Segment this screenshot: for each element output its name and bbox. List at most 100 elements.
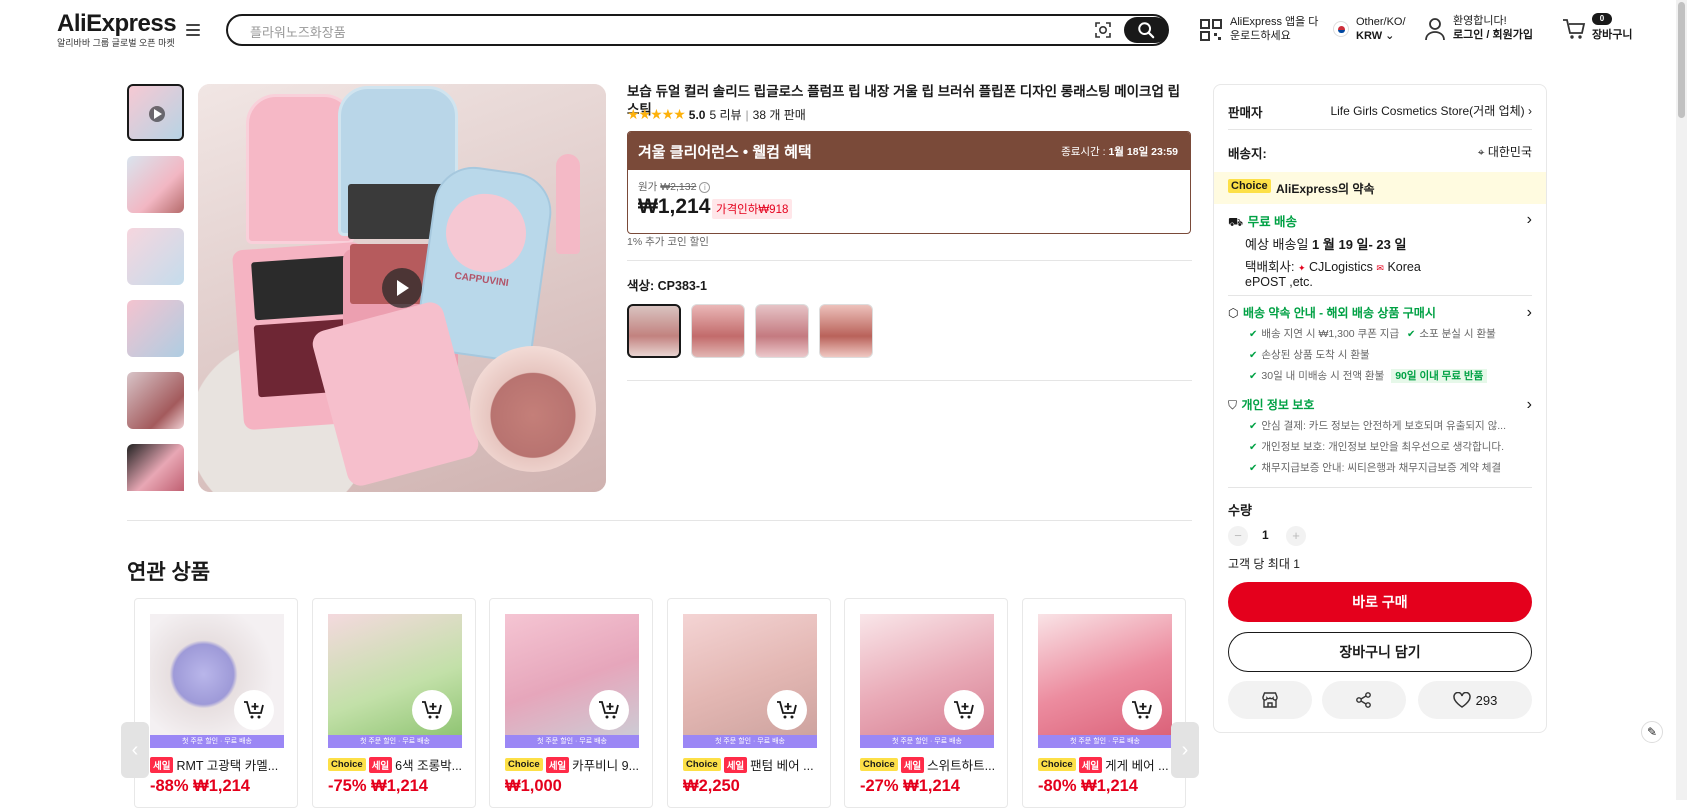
purchase-panel: 판매자 Life Girls Cosmetics Store(거래 업체) › …: [1213, 84, 1547, 733]
add-to-cart-icon-button[interactable]: [589, 690, 629, 730]
check-icon: ✔: [1407, 329, 1416, 340]
app-download-link[interactable]: AliExpress 앱을 다 운로드하세요: [1230, 15, 1318, 43]
product-thumbnail[interactable]: [127, 228, 184, 285]
delivery-promise-row[interactable]: ⬡ 배송 약속 안내 - 해외 배송 상품 구매시 ›: [1228, 304, 1532, 322]
product-thumbnail[interactable]: [127, 444, 184, 491]
edit-icon[interactable]: ✎: [1641, 721, 1663, 743]
login-signup-link[interactable]: 환영합니다! 로그인 / 회원가입: [1453, 14, 1533, 42]
price-value: ₩1,214: [193, 777, 250, 795]
chevron-right-icon: ›: [1528, 104, 1532, 118]
privacy-row[interactable]: ⛉ 개인 정보 보호 ›: [1228, 396, 1532, 414]
quantity-increase-button[interactable]: +: [1286, 526, 1306, 546]
product-thumbnail[interactable]: [127, 84, 184, 141]
product-thumbnail[interactable]: [127, 372, 184, 429]
seller-link[interactable]: Life Girls Cosmetics Store(거래 업체) ›: [1330, 102, 1532, 119]
related-product-card[interactable]: 첫 주문 할인 · 무료 배송 Choice 세일 6색 조롱박... -75% ₩1,…: [312, 598, 476, 808]
related-product-image[interactable]: 첫 주문 할인 · 무료 배송: [328, 614, 462, 748]
main-product-image[interactable]: CAPPUVINI: [198, 84, 606, 492]
discount-percent: -75%: [328, 777, 367, 795]
related-product-name-row[interactable]: Choice 세일 스위트하트...: [860, 755, 1000, 774]
promo-strip: 첫 주문 할인 · 무료 배송: [683, 735, 817, 748]
search-input[interactable]: 플라워노즈화장품: [250, 22, 346, 41]
quantity-value[interactable]: 1: [1262, 528, 1269, 542]
seller-name: Life Girls Cosmetics Store(거래 업체): [1330, 104, 1525, 118]
related-product-image[interactable]: 첫 주문 할인 · 무료 배송: [683, 614, 817, 748]
user-icon[interactable]: [1424, 17, 1446, 41]
cart-plus-icon: [777, 701, 797, 719]
color-swatch[interactable]: [627, 304, 681, 358]
aliexpress-logo[interactable]: AliExpress: [57, 10, 177, 38]
cart-icon[interactable]: [1562, 18, 1586, 40]
add-to-cart-icon-button[interactable]: [944, 690, 984, 730]
price-value: ₩1,214: [371, 777, 428, 795]
cart-count-badge: 0: [1592, 13, 1612, 25]
review-count-link[interactable]: 5 리뷰: [709, 106, 741, 123]
wishlist-button[interactable]: 293: [1418, 681, 1532, 719]
related-product-price: -88% ₩1,214: [150, 777, 250, 796]
original-price-label: 원가: [638, 181, 658, 193]
color-swatch[interactable]: [691, 304, 745, 358]
add-to-cart-icon-button[interactable]: [412, 690, 452, 730]
price-value: ₩1,000: [505, 777, 562, 795]
related-product-name: 카푸비니 9...: [572, 759, 640, 773]
share-button[interactable]: [1322, 681, 1406, 719]
related-product-card[interactable]: 첫 주문 할인 · 무료 배송 Choice 세일 카푸비니 9... ₩1,000: [489, 598, 653, 808]
free-return-badge: 90일 이내 무료 반품: [1391, 369, 1488, 383]
related-product-image[interactable]: 첫 주문 할인 · 무료 배송: [860, 614, 994, 748]
cart-plus-icon: [599, 701, 619, 719]
choice-badge: Choice: [328, 758, 366, 771]
promo-banner: 겨울 클리어런스 • 웰컴 혜택 종료시간 : 1월 18일 23:59: [628, 132, 1190, 170]
app-download-line2: 운로드하세요: [1230, 30, 1291, 42]
info-icon[interactable]: i: [699, 182, 711, 193]
promise-item: 30일 내 미배송 시 전액 환불: [1261, 370, 1385, 382]
related-product-name-row[interactable]: Choice 세일 카푸비니 9...: [505, 755, 645, 774]
ship-to-selector[interactable]: ⌖ 대한민국: [1478, 143, 1532, 160]
carousel-next-button[interactable]: ›: [1171, 722, 1199, 778]
color-swatch[interactable]: [819, 304, 873, 358]
related-product-image[interactable]: 첫 주문 할인 · 무료 배송: [1038, 614, 1172, 748]
related-product-name-row[interactable]: Choice 세일 6색 조롱박...: [328, 755, 468, 774]
quantity-decrease-button[interactable]: −: [1228, 526, 1248, 546]
related-product-image[interactable]: 첫 주문 할인 · 무료 배송: [150, 614, 284, 748]
courier-korea: Korea: [1387, 260, 1421, 274]
add-to-cart-icon-button[interactable]: [234, 690, 274, 730]
shield-icon: ⬡: [1228, 306, 1239, 320]
related-product-name-row[interactable]: 세일 RMT 고광택 카멜...: [150, 755, 290, 774]
product-thumbnail[interactable]: [127, 300, 184, 357]
promo-strip: 첫 주문 할인 · 무료 배송: [860, 735, 994, 748]
carousel-prev-button[interactable]: ‹: [121, 722, 149, 778]
store-button[interactable]: [1228, 681, 1312, 719]
page-scrollbar[interactable]: [1676, 0, 1687, 800]
related-product-image[interactable]: 첫 주문 할인 · 무료 배송: [505, 614, 639, 748]
chevron-right-icon: ›: [1526, 304, 1532, 321]
related-product-name-row[interactable]: Choice 세일 팬텀 베어 ...: [683, 755, 823, 774]
related-product-card[interactable]: 첫 주문 할인 · 무료 배송 Choice 세일 팬텀 베어 ... ₩2,250: [667, 598, 831, 808]
qr-code-icon[interactable]: [1199, 18, 1223, 42]
currency-label: KRW: [1356, 30, 1383, 42]
scrollbar-thumb[interactable]: [1678, 2, 1685, 118]
cart-label[interactable]: 장바구니: [1592, 28, 1632, 42]
ship-to-label: 배송지:: [1228, 147, 1267, 161]
color-swatch[interactable]: [755, 304, 809, 358]
sale-badge: 세일: [1078, 756, 1103, 773]
search-bar[interactable]: 플라워노즈화장품: [226, 14, 1169, 46]
image-search-icon[interactable]: [1094, 21, 1112, 39]
related-product-card[interactable]: 첫 주문 할인 · 무료 배송세일 RMT 고광택 카멜... -88% ₩1,21…: [134, 598, 298, 808]
add-to-cart-icon-button[interactable]: [1122, 690, 1162, 730]
promise-item: 손상된 상품 도착 시 환불: [1261, 349, 1370, 361]
menu-icon[interactable]: [186, 24, 200, 36]
search-button[interactable]: [1124, 17, 1168, 43]
sale-badge: 세일: [545, 756, 570, 773]
add-to-cart-icon-button[interactable]: [767, 690, 807, 730]
add-to-cart-button[interactable]: 장바구니 담기: [1228, 632, 1532, 672]
region-currency-selector[interactable]: Other/KO/ KRW ⌄: [1356, 15, 1406, 43]
related-product-card[interactable]: 첫 주문 할인 · 무료 배송 Choice 세일 스위트하트... -27% ₩1,2…: [844, 598, 1008, 808]
product-thumbnail[interactable]: [127, 156, 184, 213]
discount-percent: -88%: [150, 777, 189, 795]
check-icon: ✔: [1249, 329, 1258, 340]
login-signup-label: 로그인 / 회원가입: [1453, 29, 1534, 41]
free-shipping-row[interactable]: ⛟ 무료 배송 ›: [1228, 211, 1532, 231]
related-product-name-row[interactable]: Choice 세일 게게 베어 ...: [1038, 755, 1178, 774]
buy-now-button[interactable]: 바로 구매: [1228, 582, 1532, 622]
related-product-card[interactable]: 첫 주문 할인 · 무료 배송 Choice 세일 게게 베어 ... -80% ₩1,…: [1022, 598, 1186, 808]
